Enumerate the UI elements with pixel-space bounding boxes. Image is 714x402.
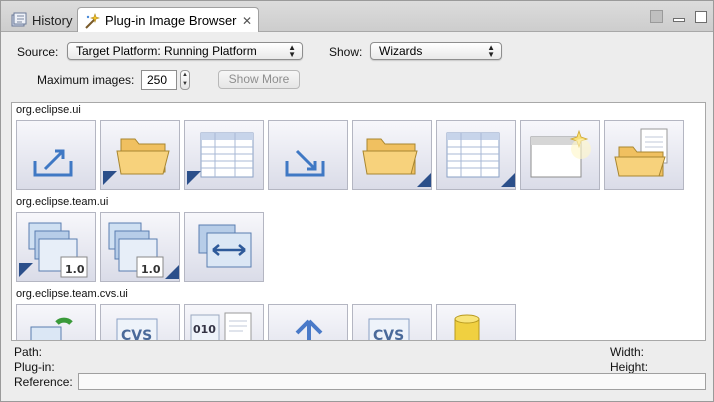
- max-images-spinner[interactable]: ▲ ▼: [180, 70, 190, 90]
- tab-plugin-image-browser[interactable]: Plug-in Image Browser ✕: [77, 7, 259, 33]
- svg-text:CVS: CVS: [373, 328, 404, 341]
- group-label: org.eclipse.team.ui: [16, 196, 109, 208]
- new-folder-wizard-icon[interactable]: [352, 120, 432, 190]
- minimize-icon[interactable]: [673, 17, 685, 22]
- magic-wand-icon: [84, 12, 100, 29]
- image-grid[interactable]: org.eclipse.ui org.eclipse.team.ui 1.0 1…: [11, 102, 706, 341]
- binary-files-icon[interactable]: 010: [184, 304, 264, 340]
- export-wizard-icon[interactable]: [16, 120, 96, 190]
- reference-field[interactable]: [78, 373, 706, 390]
- chevron-updown-icon: ▲ ▼: [487, 43, 495, 59]
- image-row-org-eclipse-ui: [16, 120, 684, 190]
- show-select-value: Wizards: [379, 44, 423, 58]
- max-images-label: Maximum images:: [37, 73, 135, 87]
- chevron-updown-icon: ▲ ▼: [288, 43, 296, 59]
- max-images-input[interactable]: 250: [141, 70, 177, 90]
- show-label: Show:: [329, 45, 363, 59]
- save-icon[interactable]: [650, 10, 663, 23]
- view-tab-bar: History Plug-in Image Browser ✕: [1, 1, 713, 33]
- width-label: Width:: [610, 345, 645, 359]
- svg-text:CVS: CVS: [121, 328, 152, 341]
- source-select-value: Target Platform: Running Platform: [76, 44, 257, 58]
- image-row-org-eclipse-team-ui: 1.0 1.0: [16, 212, 264, 282]
- tab-plugin-image-browser-label: Plug-in Image Browser: [105, 13, 237, 28]
- path-label: Path:: [14, 345, 43, 359]
- cvs-checkout-icon[interactable]: [16, 304, 96, 340]
- group-label: org.eclipse.team.cvs.ui: [16, 288, 128, 300]
- new-window-wizard-icon[interactable]: [520, 120, 600, 190]
- versioned-project-new-wizard-icon[interactable]: 1.0: [100, 212, 180, 282]
- synchronize-wizard-icon[interactable]: [184, 212, 264, 282]
- history-icon: [11, 12, 27, 28]
- height-label: Height:: [610, 360, 649, 374]
- image-row-org-eclipse-team-cvs-ui: CVS 010 CVS: [16, 304, 516, 341]
- import-wizard-icon[interactable]: [268, 120, 348, 190]
- cvs-share-icon[interactable]: [268, 304, 348, 340]
- table-new-wizard-icon[interactable]: [436, 120, 516, 190]
- view-content: Source: Target Platform: Running Platfor…: [1, 32, 713, 401]
- svg-text:1.0: 1.0: [141, 263, 161, 276]
- maximize-icon[interactable]: [695, 10, 707, 23]
- show-select[interactable]: Wizards ▲ ▼: [370, 42, 502, 60]
- svg-text:1.0: 1.0: [65, 263, 85, 276]
- group-label: org.eclipse.ui: [16, 104, 81, 116]
- source-select[interactable]: Target Platform: Running Platform ▲ ▼: [67, 42, 303, 60]
- close-icon[interactable]: ✕: [242, 15, 252, 27]
- new-file-folder-wizard-icon[interactable]: [604, 120, 684, 190]
- plugin-image-browser-window: History Plug-in Image Browser ✕ Source: …: [0, 0, 714, 402]
- database-icon[interactable]: [436, 304, 516, 340]
- show-more-button[interactable]: Show More: [218, 70, 300, 89]
- open-folder-wizard-icon[interactable]: [100, 120, 180, 190]
- reference-label: Reference:: [14, 375, 73, 389]
- tab-history-label: History: [32, 12, 73, 28]
- source-label: Source:: [17, 45, 59, 59]
- table-wizard-icon[interactable]: [184, 120, 264, 190]
- cvs-new-location-icon[interactable]: CVS: [100, 304, 180, 341]
- plugin-label: Plug-in:: [14, 360, 55, 374]
- view-controls: [650, 10, 707, 23]
- svg-text:010: 010: [193, 323, 216, 336]
- tab-history[interactable]: History: [5, 7, 77, 33]
- cvs-repository-icon[interactable]: CVS: [352, 304, 432, 341]
- versioned-project-wizard-icon[interactable]: 1.0: [16, 212, 96, 282]
